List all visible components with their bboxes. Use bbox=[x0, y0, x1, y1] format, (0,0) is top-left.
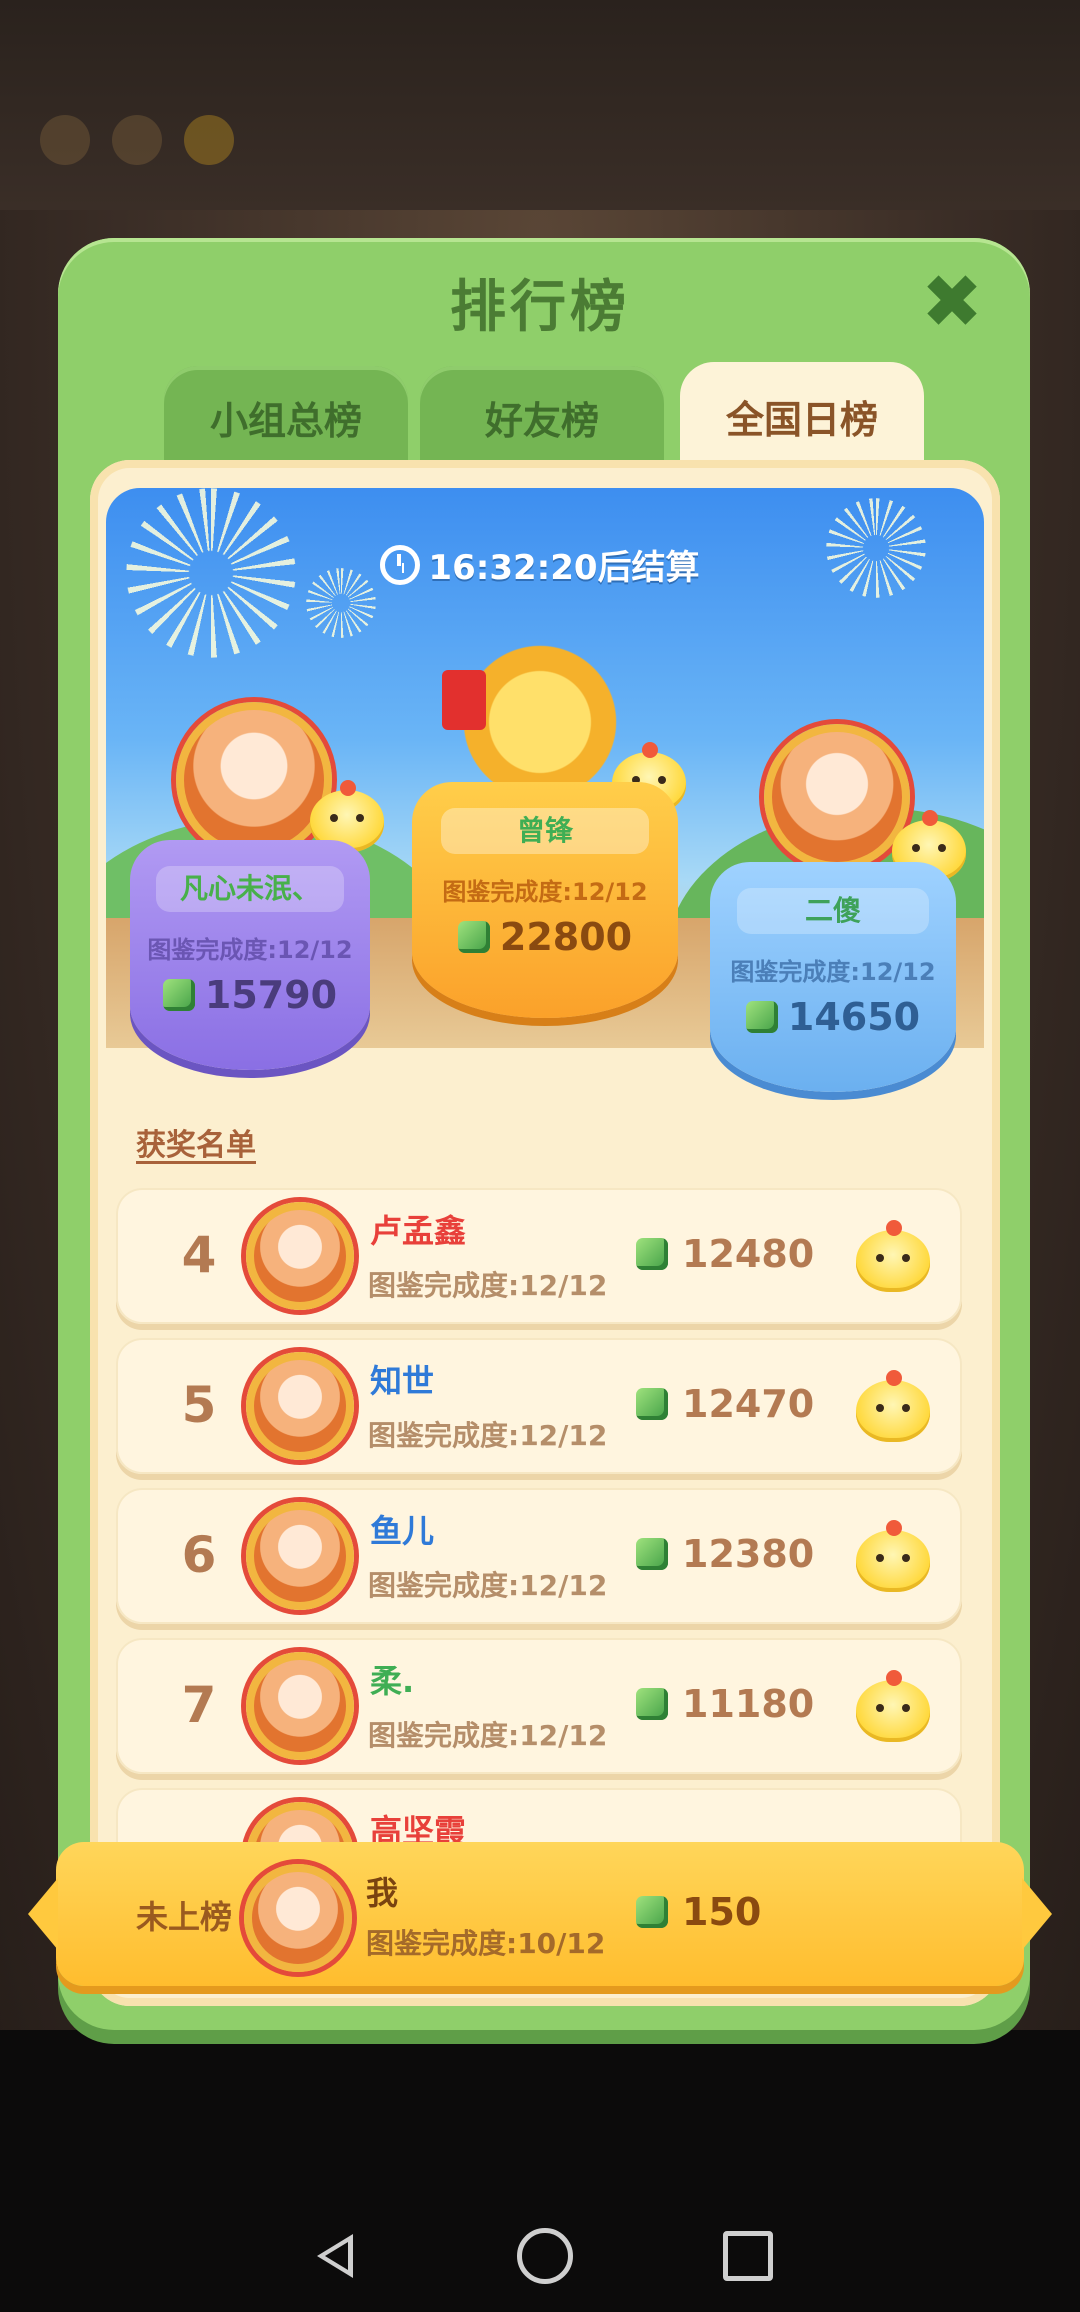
completion-text: 图鉴完成度:12/12 bbox=[147, 936, 353, 964]
gem-icon bbox=[457, 921, 490, 953]
countdown-suffix: 后结算 bbox=[597, 548, 700, 588]
score-value: 12470 bbox=[682, 1382, 815, 1426]
tab-group-total[interactable]: 小组总榜 bbox=[164, 366, 408, 468]
gem-icon bbox=[636, 1688, 668, 1720]
score: 12480 bbox=[636, 1232, 814, 1276]
countdown-timer: 16:32:20后结算 bbox=[0, 540, 1080, 589]
my-avatar bbox=[244, 1864, 352, 1972]
tab-friends[interactable]: 好友榜 bbox=[420, 366, 664, 468]
score-value: 15790 bbox=[204, 973, 338, 1017]
podium-rank-3[interactable]: 二傻 图鉴完成度:12/12 14650 bbox=[710, 862, 956, 1092]
rank-number: 5 bbox=[181, 1376, 217, 1434]
score: 11180 bbox=[636, 1682, 814, 1726]
awards-list-link[interactable]: 获奖名单 bbox=[136, 1120, 256, 1164]
completion-text: 图鉴完成度:12/12 bbox=[442, 878, 648, 906]
completion-text: 图鉴完成度:12/12 bbox=[368, 1569, 608, 1602]
completion-text: 图鉴完成度:12/12 bbox=[368, 1419, 608, 1452]
player-name: 柔. bbox=[370, 1662, 415, 1700]
table-row[interactable]: 6 鱼儿 图鉴完成度:12/12 12380 bbox=[116, 1488, 962, 1624]
tab-national-daily[interactable]: 全国日榜 bbox=[680, 362, 924, 470]
hud-icon bbox=[112, 115, 162, 165]
rank-number: 6 bbox=[181, 1526, 217, 1584]
rank-number: 4 bbox=[181, 1226, 217, 1284]
score-value: 22800 bbox=[499, 915, 633, 959]
score: 14650 bbox=[710, 995, 956, 1039]
score-value: 12480 bbox=[682, 1232, 815, 1276]
countdown-time: 16:32:20 bbox=[428, 548, 598, 588]
system-nav-bar bbox=[0, 2200, 1080, 2312]
player-name: 二傻 bbox=[737, 888, 929, 934]
close-icon[interactable]: ✖ bbox=[918, 265, 986, 339]
score: 12380 bbox=[636, 1532, 814, 1576]
completion-text: 图鉴完成度:12/12 bbox=[368, 1719, 608, 1752]
back-icon[interactable] bbox=[307, 2226, 367, 2286]
podium-rank-2[interactable]: 凡心未泯、 图鉴完成度:12/12 15790 bbox=[130, 840, 370, 1070]
score-value: 11180 bbox=[682, 1682, 815, 1726]
player-name: 曾锋 bbox=[441, 808, 649, 854]
score-value: 150 bbox=[682, 1890, 762, 1934]
my-name: 我 bbox=[366, 1874, 399, 1912]
chick-icon[interactable] bbox=[856, 1670, 930, 1742]
score: 15790 bbox=[130, 973, 370, 1017]
coin-icon bbox=[184, 115, 234, 165]
gem-icon bbox=[636, 1896, 668, 1928]
completion-text: 图鉴完成度:12/12 bbox=[730, 958, 936, 986]
chick-icon[interactable] bbox=[856, 1370, 930, 1442]
avatar-rank-1[interactable] bbox=[442, 634, 630, 794]
chick-icon[interactable] bbox=[856, 1520, 930, 1592]
player-name: 鱼儿 bbox=[370, 1512, 435, 1550]
clock-icon bbox=[380, 545, 421, 585]
avatar bbox=[246, 1352, 354, 1460]
score-value: 12380 bbox=[682, 1532, 815, 1576]
player-name: 凡心未泯、 bbox=[156, 866, 344, 912]
score: 150 bbox=[636, 1890, 761, 1934]
completion-text: 图鉴完成度:10/12 bbox=[366, 1927, 606, 1960]
background-hud bbox=[40, 110, 520, 170]
score: 22800 bbox=[412, 915, 678, 959]
gem-icon bbox=[636, 1538, 668, 1570]
home-icon[interactable] bbox=[517, 2228, 573, 2284]
avatar bbox=[246, 1652, 354, 1760]
player-name: 卢孟鑫 bbox=[370, 1212, 467, 1250]
score-value: 14650 bbox=[787, 995, 921, 1039]
score: 12470 bbox=[636, 1382, 814, 1426]
chick-icon[interactable] bbox=[856, 1220, 930, 1292]
avatar-rank-3[interactable] bbox=[764, 724, 910, 870]
table-row[interactable]: 7 柔. 图鉴完成度:12/12 11180 bbox=[116, 1638, 962, 1774]
rank-status: 未上榜 bbox=[136, 1898, 233, 1936]
hud-icon bbox=[40, 115, 90, 165]
rank-number: 7 bbox=[181, 1676, 217, 1734]
my-rank-bar[interactable]: 未上榜 我 图鉴完成度:10/12 150 bbox=[28, 1842, 1052, 1986]
table-row[interactable]: 4 卢孟鑫 图鉴完成度:12/12 12480 bbox=[116, 1188, 962, 1324]
gem-icon bbox=[636, 1388, 668, 1420]
avatar bbox=[246, 1502, 354, 1610]
avatar-rank-2[interactable] bbox=[176, 702, 332, 858]
gem-icon bbox=[745, 1001, 778, 1033]
player-name: 知世 bbox=[370, 1362, 435, 1400]
avatar bbox=[246, 1202, 354, 1310]
podium-rank-1[interactable]: 曾锋 图鉴完成度:12/12 22800 bbox=[412, 782, 678, 1018]
gem-icon bbox=[636, 1238, 668, 1270]
recent-apps-icon[interactable] bbox=[723, 2231, 773, 2281]
table-row[interactable]: 5 知世 图鉴完成度:12/12 12470 bbox=[116, 1338, 962, 1474]
completion-text: 图鉴完成度:12/12 bbox=[368, 1269, 608, 1302]
gem-icon bbox=[162, 979, 195, 1011]
